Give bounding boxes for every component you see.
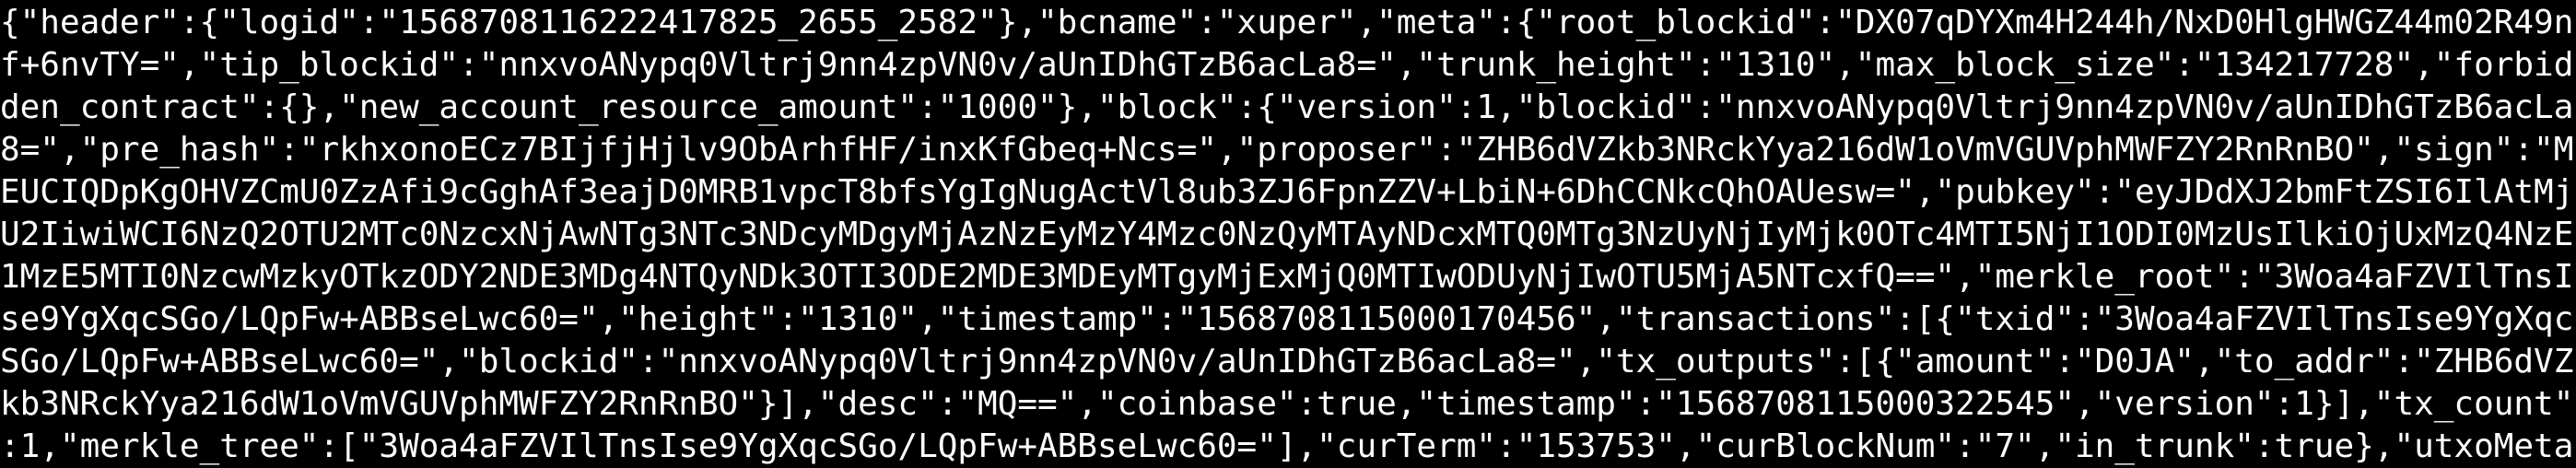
terminal-line: EUCIQDpKgOHVZCmU0ZzAfi9cGghAf3eajD0MRB1v… bbox=[0, 173, 2574, 211]
terminal-line: den_contract":{},"new_account_resource_a… bbox=[0, 88, 2574, 126]
terminal-line: U2IiwiWCI6NzQ2OTU2MTc0NzcxNjAwNTg3NTc3ND… bbox=[0, 216, 2574, 253]
terminal-line: f+6nvTY=","tip_blockid":"nnxvoANypq0Vltr… bbox=[0, 46, 2574, 84]
terminal-line: 8=","pre_hash":"rkhxonoECz7BIjfjHjlv9ObA… bbox=[0, 131, 2574, 169]
terminal-line: se9YgXqcSGo/LQpFw+ABBseLwc60=","height":… bbox=[0, 300, 2574, 338]
terminal-line: kb3NRckYya216dW1oVmVGUVphMWFZY2RnRnBO"}]… bbox=[0, 385, 2574, 423]
terminal-line: 1MzE5MTI0NzcwMzkyOTkzODY2NDE3MDg4NTQyNDk… bbox=[0, 258, 2574, 296]
terminal-line: SGo/LQpFw+ABBseLwc60=","blockid":"nnxvoA… bbox=[0, 343, 2574, 380]
terminal-output[interactable]: {"header":{"logid":"1568708116222417825_… bbox=[0, 0, 2576, 466]
terminal-line: :1,"merkle_tree":["3Woa4aFZVIlTnsIse9YgX… bbox=[0, 427, 2574, 465]
terminal-line: {"header":{"logid":"1568708116222417825_… bbox=[0, 4, 2574, 41]
